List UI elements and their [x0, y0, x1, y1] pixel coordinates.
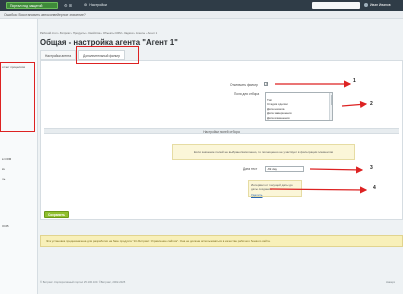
- gear-icon: ⚙: [84, 3, 88, 7]
- warning-text[interactable]: Ошибка: Восстановить автоконвейерное зна…: [4, 13, 86, 17]
- scrollbar-thumb[interactable]: [330, 95, 332, 105]
- select-option[interactable]: Дата изменения: [266, 116, 332, 120]
- interval-notice: Интервал от текущей даты до даты создани…: [248, 180, 302, 197]
- sidebar-item[interactable]: ль: [2, 177, 5, 181]
- annotation-number: 1: [353, 78, 356, 84]
- settings-panel: [40, 60, 403, 220]
- fields-notice-text: Если значение полей не выбрано/заполнено…: [193, 150, 334, 154]
- save-button[interactable]: Сохранить: [44, 211, 69, 218]
- interval-delete-link[interactable]: Удалить: [251, 193, 299, 197]
- filter-fields-select[interactable]: Тип Стадия сделки Дата начала Дата завер…: [265, 92, 333, 121]
- sidebar-item[interactable]: в CRM: [2, 157, 11, 161]
- annotation-number: 4: [373, 185, 376, 191]
- filter-label: Отключить фильтр: [230, 83, 258, 87]
- tab-highlight-frame: [76, 46, 139, 64]
- tab-agent-settings[interactable]: Настройки агента: [40, 50, 77, 60]
- scrollbar[interactable]: [329, 93, 332, 120]
- footer-copyright: © Битрикс. Корпоративный портал 25.100.1…: [40, 281, 126, 284]
- portal-button-label: Портал под защитой: [10, 3, 43, 8]
- dev-install-notice: Эта установка предназначена для разработ…: [40, 235, 403, 247]
- footer-top-link[interactable]: Наверх: [386, 281, 395, 284]
- list-label: Поля для отбора: [234, 92, 260, 96]
- sidebar-item[interactable]: вч: [2, 167, 5, 171]
- sidebar-item[interactable]: ОСВ: [2, 224, 9, 228]
- search-input[interactable]: [312, 2, 360, 9]
- interval-notice-text: Интервал от текущей даты до даты создани…: [251, 183, 293, 191]
- disable-filter-checkbox[interactable]: [264, 82, 268, 86]
- settings-label: Настройки: [89, 3, 107, 7]
- date-input[interactable]: -69 day: [265, 166, 304, 172]
- dev-install-notice-text: Эта установка предназначена для разработ…: [46, 239, 271, 243]
- date-label: Дата тест: [243, 167, 258, 171]
- sidebar-highlight-frame: [0, 62, 35, 132]
- warning-bar: Ошибка: Восстановить автоконвейерное зна…: [0, 11, 403, 19]
- portal-protection-button[interactable]: Портал под защитой: [6, 2, 58, 9]
- fields-notice: Если значение полей не выбрано/заполнено…: [172, 144, 355, 160]
- user-name: Иван Иванов: [370, 3, 391, 7]
- sidebar: отчет процессов в CRM вч ль ОСВ: [0, 19, 38, 294]
- top-bar: Портал под защитой ⚙ ⊞ ⚙ Настройки Иван …: [0, 0, 403, 11]
- annotation-number: 2: [370, 101, 373, 107]
- user-menu[interactable]: Иван Иванов: [364, 3, 391, 7]
- avatar: [364, 3, 368, 7]
- annotation-number: 3: [370, 165, 373, 171]
- star-icon[interactable]: ☆: [150, 39, 155, 46]
- breadcrumb[interactable]: Рабочий стол › Битрикс › Продукты › Свой…: [40, 31, 157, 35]
- top-icons[interactable]: ⚙ ⊞: [64, 3, 72, 8]
- settings-link[interactable]: ⚙ Настройки: [84, 3, 107, 7]
- section-header: Настройки полей отбора: [44, 128, 399, 134]
